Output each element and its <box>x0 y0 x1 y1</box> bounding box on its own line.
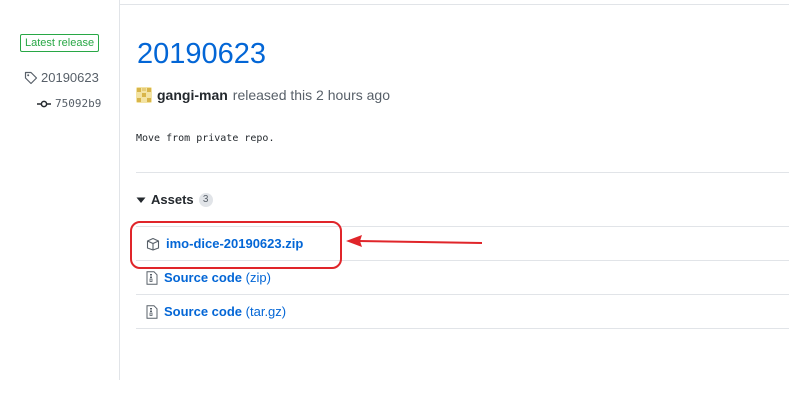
annotation-arrow <box>346 235 483 247</box>
